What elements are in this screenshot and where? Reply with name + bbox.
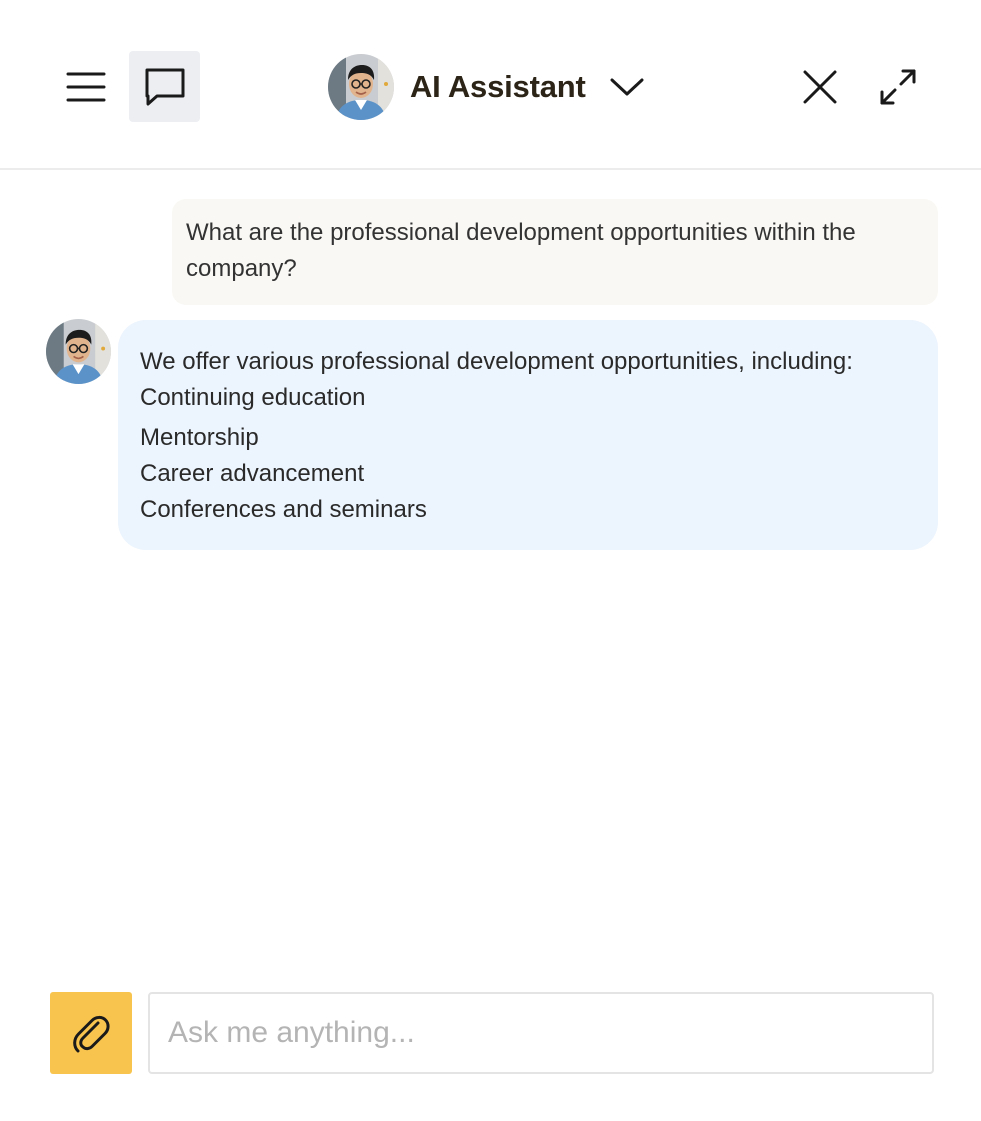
message-input[interactable] [148, 992, 934, 1074]
assistant-title: AI Assistant [410, 69, 586, 104]
assistant-message-intro: We offer various professional developmen… [140, 348, 853, 375]
list-item: Career advancement [140, 460, 365, 487]
expand-button[interactable] [868, 57, 928, 117]
attach-button[interactable] [50, 992, 132, 1074]
expand-icon [880, 69, 916, 105]
menu-button[interactable] [56, 52, 116, 122]
assistant-selector[interactable]: AI Assistant [328, 53, 644, 121]
assistant-message: We offer various professional developmen… [118, 320, 938, 550]
assistant-message-avatar [46, 319, 111, 384]
user-message-text: What are the professional development op… [186, 219, 856, 282]
user-message: What are the professional development op… [172, 199, 938, 305]
close-button[interactable] [790, 57, 850, 117]
close-icon [803, 70, 837, 104]
chevron-down-icon[interactable] [610, 77, 644, 97]
list-item: Continuing education [140, 384, 366, 411]
chat-bubble-icon [145, 68, 184, 105]
paperclip-icon [73, 1015, 110, 1053]
list-item: Mentorship [140, 424, 259, 451]
assistant-avatar [328, 54, 394, 120]
chat-header: AI Assistant [0, 0, 981, 170]
menu-icon [66, 72, 106, 102]
opportunity-list: Continuing education Mentorship Career a… [140, 380, 918, 528]
list-item: Conferences and seminars [140, 496, 427, 523]
chat-button[interactable] [129, 51, 200, 122]
